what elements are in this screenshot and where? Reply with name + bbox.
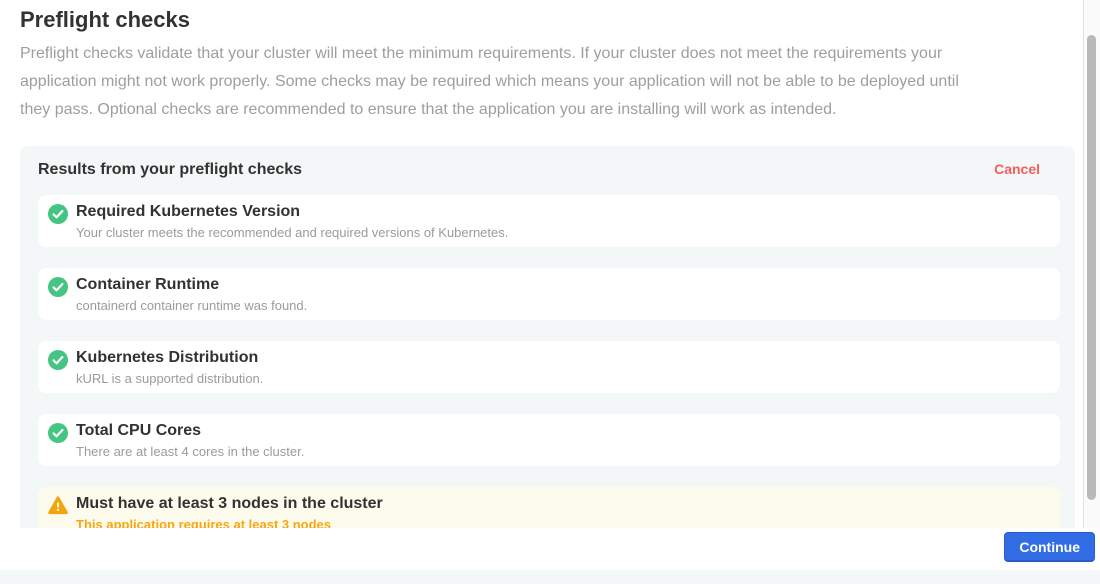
check-description: This application requires at least 3 nod…: [76, 517, 383, 528]
continue-button[interactable]: Continue: [1004, 532, 1095, 562]
check-text: Container Runtime containerd container r…: [76, 276, 307, 313]
page-description-line: Preflight checks validate that your clus…: [20, 40, 1082, 68]
preflight-check-row: Required Kubernetes Version Your cluster…: [38, 195, 1060, 247]
check-text: Must have at least 3 nodes in the cluste…: [76, 495, 383, 528]
preflight-check-row-warning: Must have at least 3 nodes in the cluste…: [38, 487, 1060, 528]
check-title: Total CPU Cores: [76, 422, 304, 440]
check-text: Total CPU Cores There are at least 4 cor…: [76, 422, 304, 459]
success-check-icon: [48, 277, 68, 297]
preflight-checks-page: Preflight checks Preflight checks valida…: [0, 0, 1100, 584]
check-description: containerd container runtime was found.: [76, 298, 307, 313]
success-check-icon: [48, 204, 68, 224]
page-description-line: they pass. Optional checks are recommend…: [20, 96, 1082, 124]
check-text: Required Kubernetes Version Your cluster…: [76, 203, 508, 240]
bottom-strip: [0, 570, 1100, 584]
check-title: Required Kubernetes Version: [76, 203, 508, 221]
check-text: Kubernetes Distribution kURL is a suppor…: [76, 349, 263, 386]
check-title: Container Runtime: [76, 276, 307, 294]
page-title: Preflight checks: [20, 7, 1082, 33]
action-footer: Continue: [0, 528, 1100, 570]
preflight-check-row: Total CPU Cores There are at least 4 cor…: [38, 414, 1060, 466]
page-description-line: application might not work properly. Som…: [20, 68, 1082, 96]
success-check-icon: [48, 350, 68, 370]
preflight-check-row: Kubernetes Distribution kURL is a suppor…: [38, 341, 1060, 393]
check-title: Must have at least 3 nodes in the cluste…: [76, 495, 383, 513]
success-check-icon: [48, 423, 68, 443]
warning-triangle-icon: [48, 496, 68, 515]
panel-title: Results from your preflight checks: [38, 160, 302, 179]
page-description: Preflight checks validate that your clus…: [20, 40, 1082, 124]
scrollable-content: Preflight checks Preflight checks valida…: [0, 0, 1082, 528]
check-description: There are at least 4 cores in the cluste…: [76, 444, 304, 459]
check-title: Kubernetes Distribution: [76, 349, 263, 367]
check-description: kURL is a supported distribution.: [76, 371, 263, 386]
vertical-scrollbar-thumb[interactable]: [1087, 35, 1096, 500]
preflight-check-row: Container Runtime containerd container r…: [38, 268, 1060, 320]
preflight-results-panel: Results from your preflight checks Cance…: [20, 146, 1075, 528]
panel-header: Results from your preflight checks Cance…: [38, 160, 1060, 179]
cancel-button[interactable]: Cancel: [994, 160, 1040, 179]
check-description: Your cluster meets the recommended and r…: [76, 225, 508, 240]
